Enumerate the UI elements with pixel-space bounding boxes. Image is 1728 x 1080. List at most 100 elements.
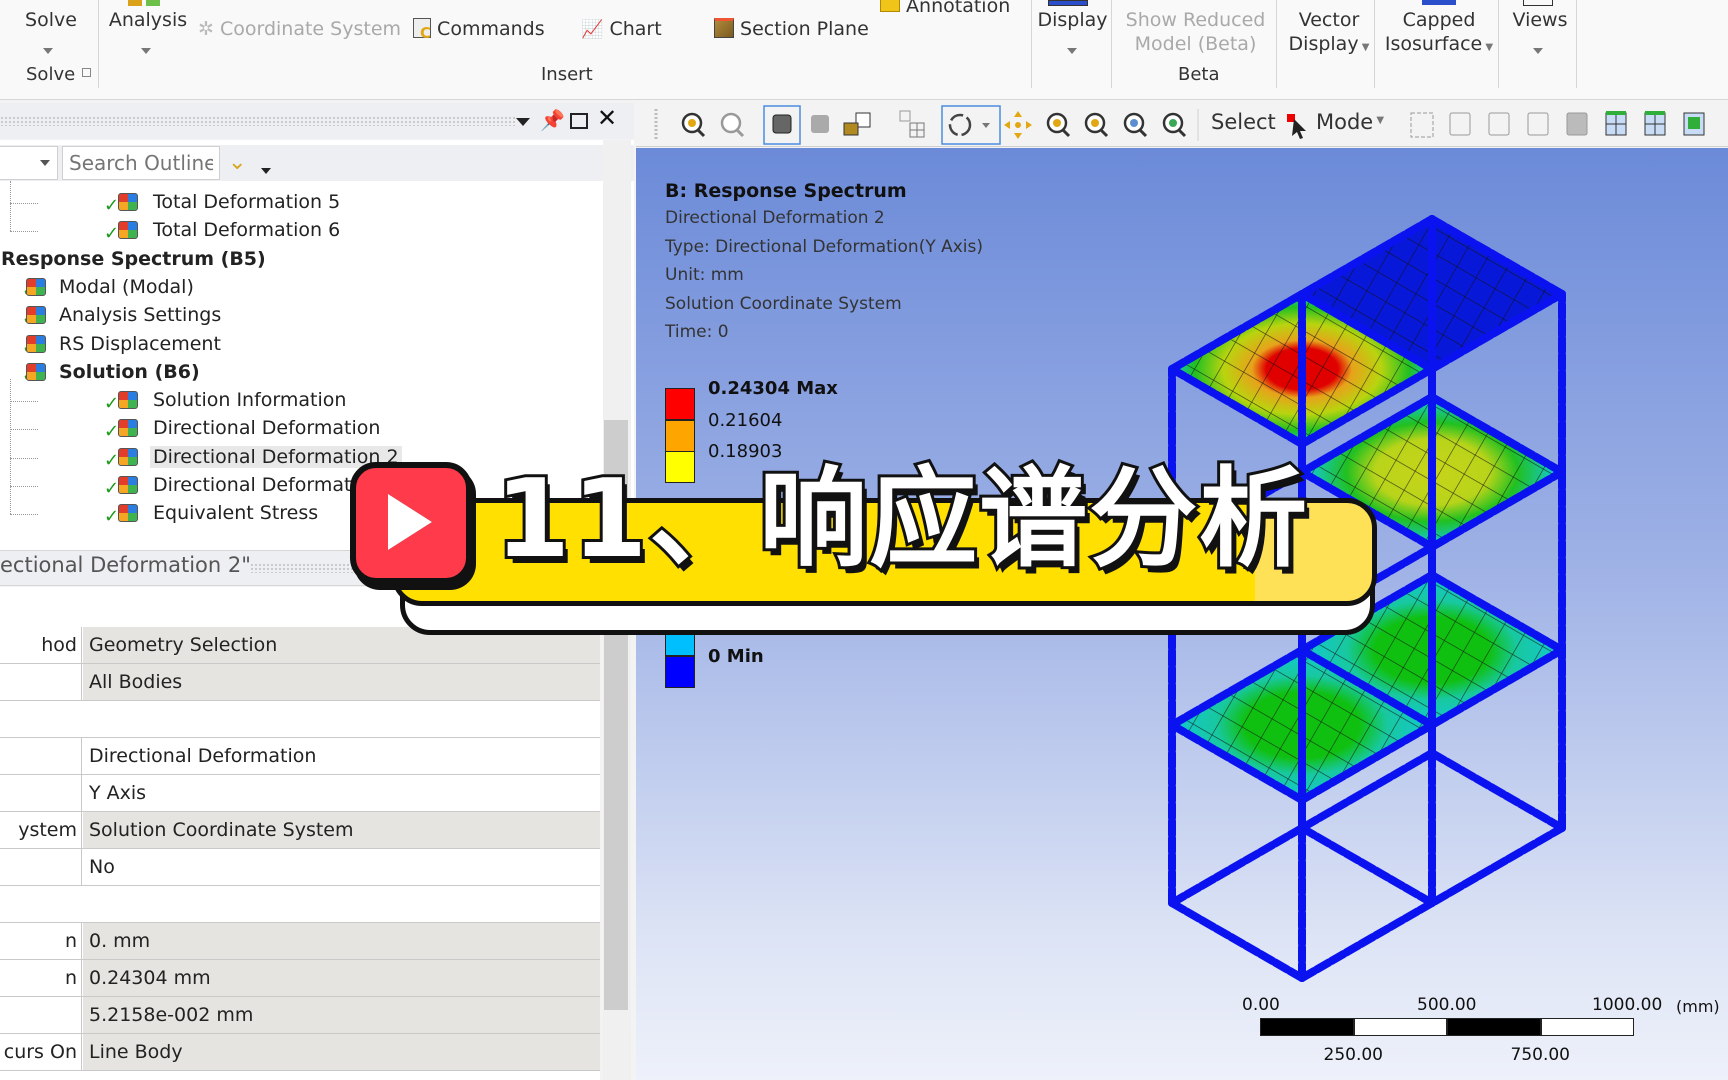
capped-isosurface-button[interactable]: Capped Isosurface ▼ (1378, 8, 1500, 60)
details-row[interactable]: No (0, 849, 600, 886)
wireframe-grid-icon[interactable] (899, 110, 925, 138)
zoom-next-icon[interactable] (720, 112, 745, 138)
zoom-to-fit-icon[interactable] (1123, 112, 1148, 138)
details-value[interactable]: Y Axis (83, 775, 600, 811)
solve-dropdown-icon[interactable] (43, 48, 53, 54)
rotate-bodies-icon[interactable] (843, 112, 871, 136)
details-row[interactable] (0, 701, 600, 738)
select-face-icon[interactable] (1527, 112, 1549, 136)
capped-isosurface-line2: Isosurface (1384, 33, 1483, 55)
pane-grip[interactable] (0, 116, 515, 126)
views-dropdown-icon[interactable] (1533, 48, 1543, 54)
details-row[interactable]: curs On Line Body (0, 1034, 600, 1071)
details-row[interactable]: n 0. mm (0, 923, 600, 960)
annotation-button[interactable]: Annotation (880, 0, 1010, 18)
outline-filter-combo[interactable] (0, 146, 58, 180)
select-point-icon[interactable] (1449, 112, 1471, 136)
result-icon (118, 221, 138, 240)
tree-item[interactable]: ✓Analysis Settings (22, 302, 224, 329)
status-check-icon: ✓ (104, 195, 120, 216)
tree-item[interactable]: ✓ Solution Information (84, 387, 349, 414)
details-row[interactable]: Directional Deformation (0, 738, 600, 775)
display-button[interactable]: Display (1036, 8, 1109, 32)
tree-connector (10, 401, 38, 403)
details-value[interactable]: No (83, 849, 600, 885)
tree-item-label: Total Deformation 5 (153, 191, 341, 213)
views-label: Views (1512, 9, 1568, 31)
details-row[interactable]: All Bodies (0, 664, 600, 701)
chart-label: Chart (609, 18, 662, 40)
details-value[interactable]: 0. mm (83, 923, 600, 959)
mode-dropdown[interactable]: Mode ▼ (1316, 110, 1384, 134)
scale-bar-segment (1447, 1018, 1541, 1036)
magnifier-icon[interactable] (1162, 112, 1187, 138)
chart-button[interactable]: 📈 Chart (581, 17, 662, 42)
views-button[interactable]: Views (1510, 8, 1570, 32)
tree-item[interactable]: Response Spectrum (B5) (0, 246, 269, 272)
display-dropdown-icon[interactable] (1067, 48, 1077, 54)
tree-item[interactable]: ✓ Total Deformation 5 (84, 189, 343, 216)
search-options-icon[interactable] (261, 168, 271, 174)
zoom-icon[interactable] (1046, 112, 1071, 138)
details-value[interactable]: Solution Coordinate System (83, 812, 600, 848)
solve-button[interactable]: Solve (22, 8, 80, 32)
tree-item[interactable]: ✓ Directional Deformation (84, 415, 383, 442)
result-icon (26, 277, 46, 296)
select-node-icon[interactable] (1683, 112, 1705, 136)
details-key: n (0, 960, 82, 996)
select-element-face-icon[interactable] (1605, 111, 1627, 136)
details-row[interactable]: 5.2158e-002 mm (0, 997, 600, 1034)
pan-icon[interactable] (1004, 111, 1032, 139)
select-element-icon[interactable] (1644, 111, 1666, 136)
select-button[interactable]: Select (1211, 110, 1276, 134)
vector-display-button[interactable]: Vector Display ▼ (1281, 8, 1377, 60)
select-type-icon[interactable] (1410, 112, 1434, 138)
tree-item[interactable]: ✓ Equivalent Stress (84, 500, 321, 527)
analysis-dropdown-icon[interactable] (141, 48, 151, 54)
tree-item[interactable]: ✓ Total Deformation 6 (84, 217, 343, 244)
box-zoom-icon[interactable] (1084, 112, 1109, 138)
zoom-previous-icon[interactable] (681, 112, 706, 138)
scale-bar-segment (1540, 1018, 1634, 1036)
select-edge-icon[interactable] (1488, 112, 1510, 136)
details-row[interactable]: ystem Solution Coordinate System (0, 812, 600, 849)
solid-cube-icon[interactable] (811, 115, 829, 133)
section-plane-button[interactable]: Section Plane (714, 17, 869, 41)
details-value[interactable]: Line Body (83, 1034, 600, 1070)
details-value[interactable]: 5.2158e-002 mm (83, 997, 600, 1033)
details-value[interactable]: 0.24304 mm (83, 960, 600, 996)
expand-filter-icon[interactable]: ⌄ (228, 150, 246, 175)
analysis-button[interactable]: Analysis (108, 8, 188, 32)
commands-button[interactable]: C Commands (413, 17, 545, 42)
tree-item[interactable]: ✓ Directional Deformation 2 (84, 444, 402, 471)
pane-menu-icon[interactable] (516, 118, 530, 126)
close-icon[interactable]: ✕ (597, 104, 617, 132)
tree-item[interactable]: ✓Modal (Modal) (22, 274, 197, 301)
rotate-dropdown-icon[interactable] (982, 123, 990, 128)
status-check-icon: ✓ (104, 449, 120, 471)
search-outline-input[interactable] (62, 146, 220, 180)
status-check-icon: ✓ (104, 393, 120, 415)
details-grid: hod Geometry Selection All Bodies Direction… (0, 587, 600, 1080)
coordinate-system-button[interactable]: ✲ Coordinate System (198, 17, 401, 41)
chevron-down-icon (40, 160, 50, 166)
details-row[interactable]: Y Axis (0, 775, 600, 812)
display-icon (1048, 0, 1088, 6)
display-label: Display (1037, 9, 1108, 31)
details-key (0, 849, 82, 885)
show-reduced-model-button[interactable]: Show Reduced Model (Beta) (1118, 8, 1273, 56)
details-row[interactable]: n 0.24304 mm (0, 960, 600, 997)
tree-item[interactable]: ✓RS Displacement (22, 331, 224, 358)
analysis-icon (128, 0, 142, 6)
details-row[interactable] (0, 886, 600, 923)
tree-item[interactable]: ✓Solution (B6) (22, 359, 203, 386)
maximize-icon[interactable] (570, 113, 588, 129)
details-value[interactable]: All Bodies (83, 664, 600, 700)
scale-bar-label: 500.00 (1417, 995, 1477, 1015)
pin-icon[interactable]: 📌 (540, 108, 565, 132)
details-value[interactable]: Directional Deformation (83, 738, 600, 774)
result-icon (118, 447, 138, 466)
banner-title: 11、响应谱分析 (492, 454, 1310, 585)
select-body-icon[interactable] (1566, 112, 1588, 136)
dialog-launcher-icon[interactable] (82, 68, 91, 77)
